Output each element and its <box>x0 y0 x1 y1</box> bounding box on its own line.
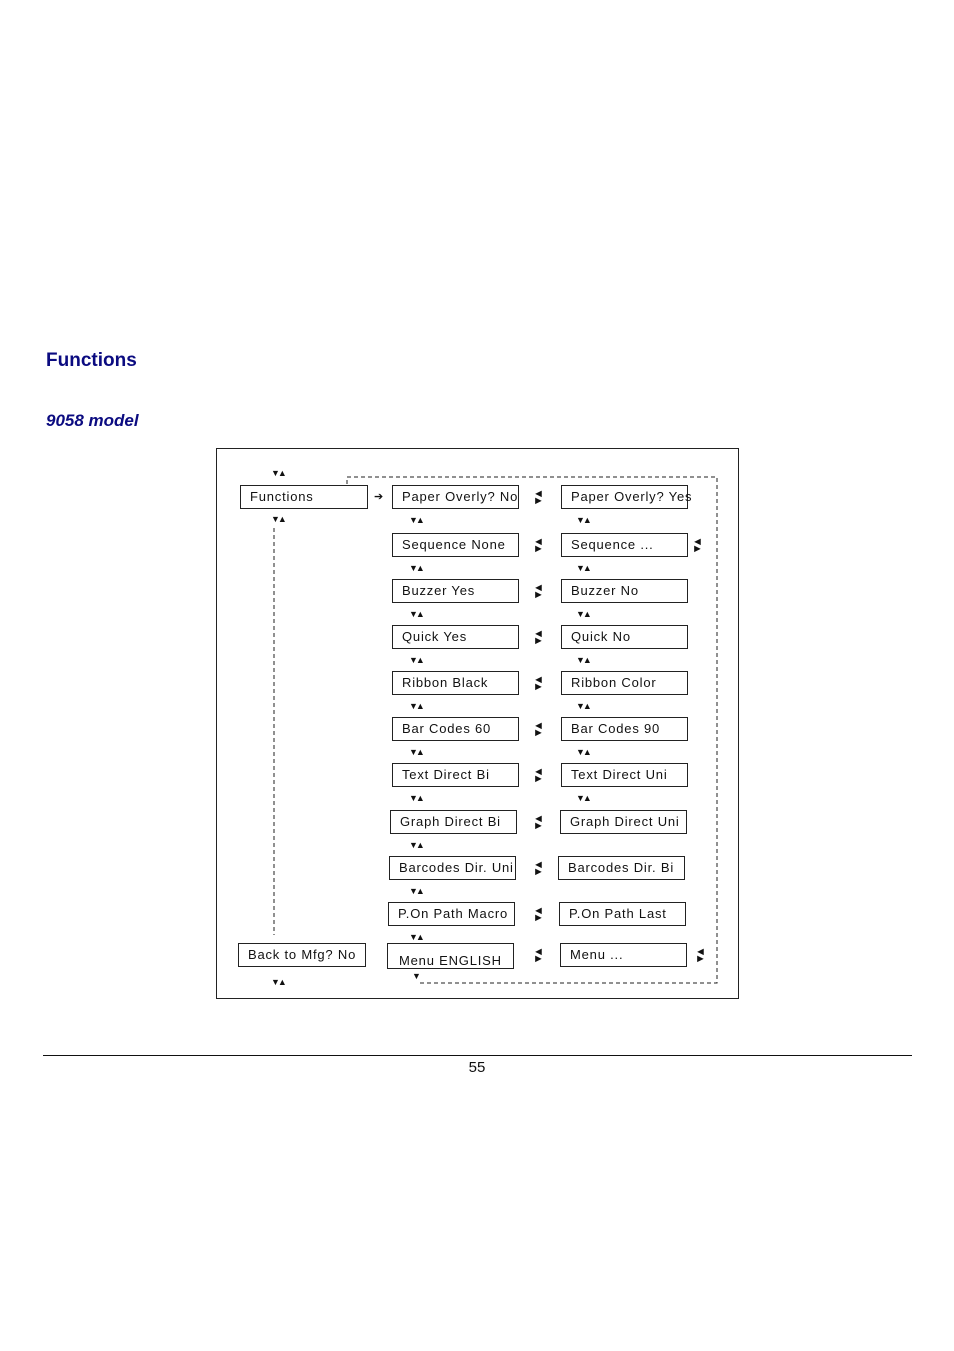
menu-box-left[interactable]: Menu ENGLISH <box>387 943 514 969</box>
up-down-arrows-icon: ▼▲ <box>271 514 287 524</box>
up-down-arrows-icon: ▼▲ <box>409 655 425 665</box>
page-number: 55 <box>468 1059 486 1076</box>
up-down-arrows-icon: ▼▲ <box>576 747 592 757</box>
up-down-arrows-icon: ▼▲ <box>576 563 592 573</box>
left-right-swap-icon: ◄ ► <box>533 905 544 924</box>
up-down-arrows-icon: ▼▲ <box>576 609 592 619</box>
left-right-swap-icon: ◄ ► <box>533 674 544 693</box>
left-right-swap-icon: ◄ ► <box>692 536 703 555</box>
up-down-arrows-icon: ▼▲ <box>576 793 592 803</box>
menu-box-left[interactable]: Quick Yes <box>392 625 519 649</box>
menu-box-left[interactable]: Graph Direct Bi <box>390 810 517 834</box>
left-right-swap-icon: ◄ ► <box>533 766 544 785</box>
menu-box-right[interactable]: Sequence ... <box>561 533 688 557</box>
right-arrow-icon: ➔ <box>374 491 384 503</box>
menu-box-right[interactable]: Text Direct Uni <box>561 763 688 787</box>
up-down-arrows-icon: ▼▲ <box>409 609 425 619</box>
menu-box-left[interactable]: Sequence None <box>392 533 519 557</box>
left-right-swap-icon: ◄ ► <box>533 813 544 832</box>
up-down-arrows-icon: ▼▲ <box>576 515 592 525</box>
menu-box-functions[interactable]: Functions <box>240 485 368 509</box>
left-right-swap-icon: ◄ ► <box>533 628 544 647</box>
up-down-arrows-icon: ▼▲ <box>409 793 425 803</box>
menu-box-right[interactable]: Graph Direct Uni <box>560 810 687 834</box>
menu-box-right[interactable]: Menu ... <box>560 943 687 967</box>
up-down-arrows-icon: ▼▲ <box>409 932 425 942</box>
menu-box-left[interactable]: P.On Path Macro <box>388 902 515 926</box>
up-down-arrows-icon: ▼▲ <box>271 468 287 478</box>
menu-box-right[interactable]: Paper Overly? Yes <box>561 485 691 509</box>
menu-box-right[interactable]: Barcodes Dir. Bi <box>558 856 685 880</box>
up-down-arrows-icon: ▼▲ <box>409 515 425 525</box>
menu-box-left[interactable]: Bar Codes 60 <box>392 717 519 741</box>
left-right-swap-icon: ◄ ► <box>533 582 544 601</box>
up-down-arrows-icon: ▼▲ <box>409 886 425 896</box>
menu-box-left[interactable]: Paper Overly? No <box>392 485 519 509</box>
up-down-arrows-icon: ▼▲ <box>576 701 592 711</box>
menu-box-left[interactable]: Ribbon Black <box>392 671 519 695</box>
up-down-arrows-icon: ▼▲ <box>409 701 425 711</box>
footer-rule <box>43 1055 912 1056</box>
down-arrow-icon: ▼ <box>412 971 421 981</box>
menu-box-right[interactable]: Bar Codes 90 <box>561 717 688 741</box>
menu-box-left[interactable]: Buzzer Yes <box>392 579 519 603</box>
menu-box-left[interactable]: Text Direct Bi <box>392 763 519 787</box>
up-down-arrows-icon: ▼▲ <box>409 563 425 573</box>
menu-box-left[interactable]: Barcodes Dir. Uni <box>389 856 516 880</box>
menu-box-back-to-mfg[interactable]: Back to Mfg? No <box>238 943 366 967</box>
left-right-swap-icon: ◄ ► <box>533 488 544 507</box>
menu-box-right[interactable]: P.On Path Last <box>559 902 686 926</box>
up-down-arrows-icon: ▼▲ <box>271 977 287 987</box>
menu-box-right[interactable]: Quick No <box>561 625 688 649</box>
left-right-swap-icon: ◄ ► <box>533 859 544 878</box>
menu-box-right[interactable]: Ribbon Color <box>561 671 688 695</box>
up-down-arrows-icon: ▼▲ <box>576 655 592 665</box>
menu-box-right[interactable]: Buzzer No <box>561 579 688 603</box>
left-right-swap-icon: ◄ ► <box>533 946 544 965</box>
up-down-arrows-icon: ▼▲ <box>409 747 425 757</box>
left-right-swap-icon: ◄ ► <box>533 720 544 739</box>
left-right-swap-icon: ◄ ► <box>695 946 706 965</box>
left-right-swap-icon: ◄ ► <box>533 536 544 555</box>
up-down-arrows-icon: ▼▲ <box>409 840 425 850</box>
